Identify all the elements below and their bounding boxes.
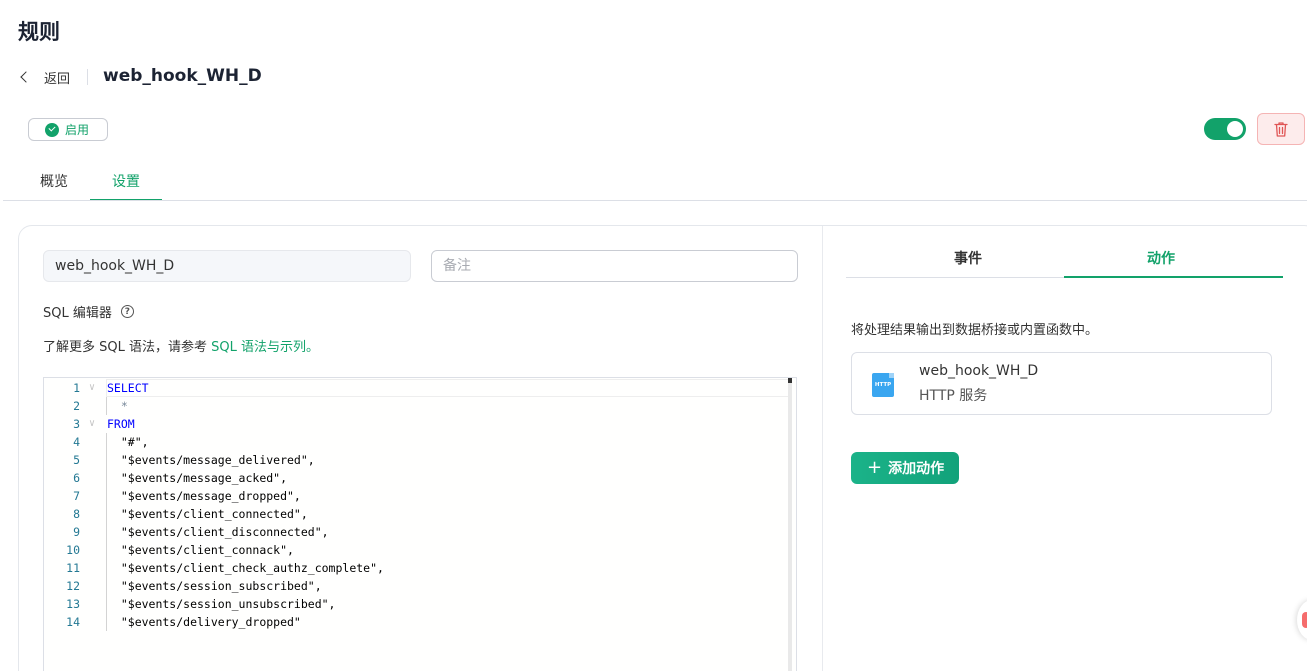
status-label: 启用 (65, 123, 90, 137)
code-text: "$events/client_check_authz_complete", (107, 561, 384, 575)
plus-icon: + (867, 457, 883, 478)
sql-editor-label: SQL 编辑器 ? (43, 302, 134, 321)
code-line: 5 "$events/message_delivered", (44, 451, 784, 469)
fold-chevron-icon[interactable]: ∨ (89, 379, 95, 397)
tabs-divider (3, 200, 1307, 201)
line-number: 7 (73, 489, 80, 503)
rule-name: web_hook_WH_D (103, 66, 262, 86)
code-text: "$events/session_unsubscribed", (107, 597, 336, 611)
code-line: 13 "$events/session_unsubscribed", (44, 595, 784, 613)
action-type: HTTP 服务 (919, 388, 988, 404)
code-line: 8 "$events/client_connected", (44, 505, 784, 523)
line-number: 3 (73, 417, 80, 431)
code-line: 6 "$events/message_acked", (44, 469, 784, 487)
enable-toggle[interactable] (1204, 118, 1246, 140)
code-text: FROM (107, 417, 135, 431)
line-number: 6 (73, 471, 80, 485)
back-button[interactable]: 返回 (18, 66, 70, 88)
chevron-left-icon (20, 71, 32, 83)
line-number: 2 (73, 399, 80, 413)
notification-dot (1302, 612, 1307, 628)
rule-name-input[interactable]: web_hook_WH_D (43, 250, 411, 282)
code-line: 9 "$events/client_disconnected", (44, 523, 784, 541)
line-number: 5 (73, 453, 80, 467)
sql-hint: 了解更多 SQL 语法，请参考 SQL 语法与示列。 (43, 336, 319, 355)
code-text: "$events/delivery_dropped" (107, 615, 301, 629)
code-line: 7 "$events/message_dropped", (44, 487, 784, 505)
code-text: "$events/message_delivered", (107, 453, 315, 467)
code-line: 14 "$events/delivery_dropped" (44, 613, 784, 631)
line-number: 14 (66, 615, 80, 629)
action-name: web_hook_WH_D (919, 363, 1039, 379)
help-icon[interactable]: ? (120, 305, 134, 318)
line-number: 4 (73, 435, 80, 449)
action-item[interactable]: HTTP web_hook_WH_D HTTP 服务 (851, 352, 1272, 415)
code-line: 3 ∨ FROM (44, 415, 784, 433)
delete-button[interactable] (1257, 113, 1305, 145)
line-number: 10 (66, 543, 80, 557)
check-circle-icon (45, 122, 59, 137)
page-title: 规则 (18, 20, 60, 44)
code-text: "$events/message_acked", (107, 471, 288, 485)
line-number: 13 (66, 597, 80, 611)
tab-events[interactable]: 事件 (872, 238, 1064, 278)
sql-editor[interactable]: 1 ∨ SELECT 2 * 3 ∨ FROM 4 "#", 5 "$events/messag… (43, 377, 797, 671)
http-file-icon: HTTP (872, 373, 894, 397)
line-number: 1 (73, 381, 80, 395)
code-text: "$events/session_subscribed", (107, 579, 322, 593)
actions-description: 将处理结果输出到数据桥接或内置函数中。 (851, 323, 1099, 338)
tab-actions[interactable]: 动作 (1064, 238, 1258, 278)
editor-scrollbar[interactable] (788, 378, 792, 671)
add-action-label: 添加动作 (888, 461, 945, 477)
code-line: 11 "$events/client_check_authz_complete"… (44, 559, 784, 577)
fold-chevron-icon[interactable]: ∨ (89, 415, 95, 433)
code-text: "#", (107, 435, 149, 449)
sql-docs-link[interactable]: SQL 语法与示列。 (211, 340, 319, 355)
code-text: "$events/client_disconnected", (107, 525, 329, 539)
sql-editor-label-text: SQL 编辑器 (43, 306, 112, 321)
panel-divider (822, 226, 823, 671)
status-badge: 启用 (28, 118, 108, 141)
tab-overview[interactable]: 概览 (22, 160, 86, 201)
code-line: 1 ∨ SELECT (44, 379, 784, 397)
add-action-button[interactable]: + 添加动作 (851, 452, 959, 484)
header-divider (87, 69, 88, 85)
sql-hint-text: 了解更多 SQL 语法，请参考 (43, 340, 212, 355)
code-text: "$events/client_connected", (107, 507, 308, 521)
code-text: "$events/message_dropped", (107, 489, 301, 503)
back-label: 返回 (44, 71, 71, 87)
code-line: 2 * (44, 397, 784, 415)
toggle-knob (1227, 121, 1243, 137)
trash-icon (1274, 121, 1288, 137)
line-number: 11 (66, 561, 80, 575)
code-line: 10 "$events/client_connack", (44, 541, 784, 559)
code-text: * (107, 399, 128, 413)
note-input[interactable] (431, 250, 798, 282)
code-line: 12 "$events/session_subscribed", (44, 577, 784, 595)
line-number: 12 (66, 579, 80, 593)
code-line: 4 "#", (44, 433, 784, 451)
line-number: 8 (73, 507, 80, 521)
main-tabs: 概览 设置 (0, 160, 1307, 201)
line-number: 9 (73, 525, 80, 539)
code-text: "$events/client_connack", (107, 543, 294, 557)
right-tab-indicator (1064, 276, 1283, 278)
tab-settings[interactable]: 设置 (90, 160, 162, 201)
code-text: SELECT (107, 381, 149, 395)
